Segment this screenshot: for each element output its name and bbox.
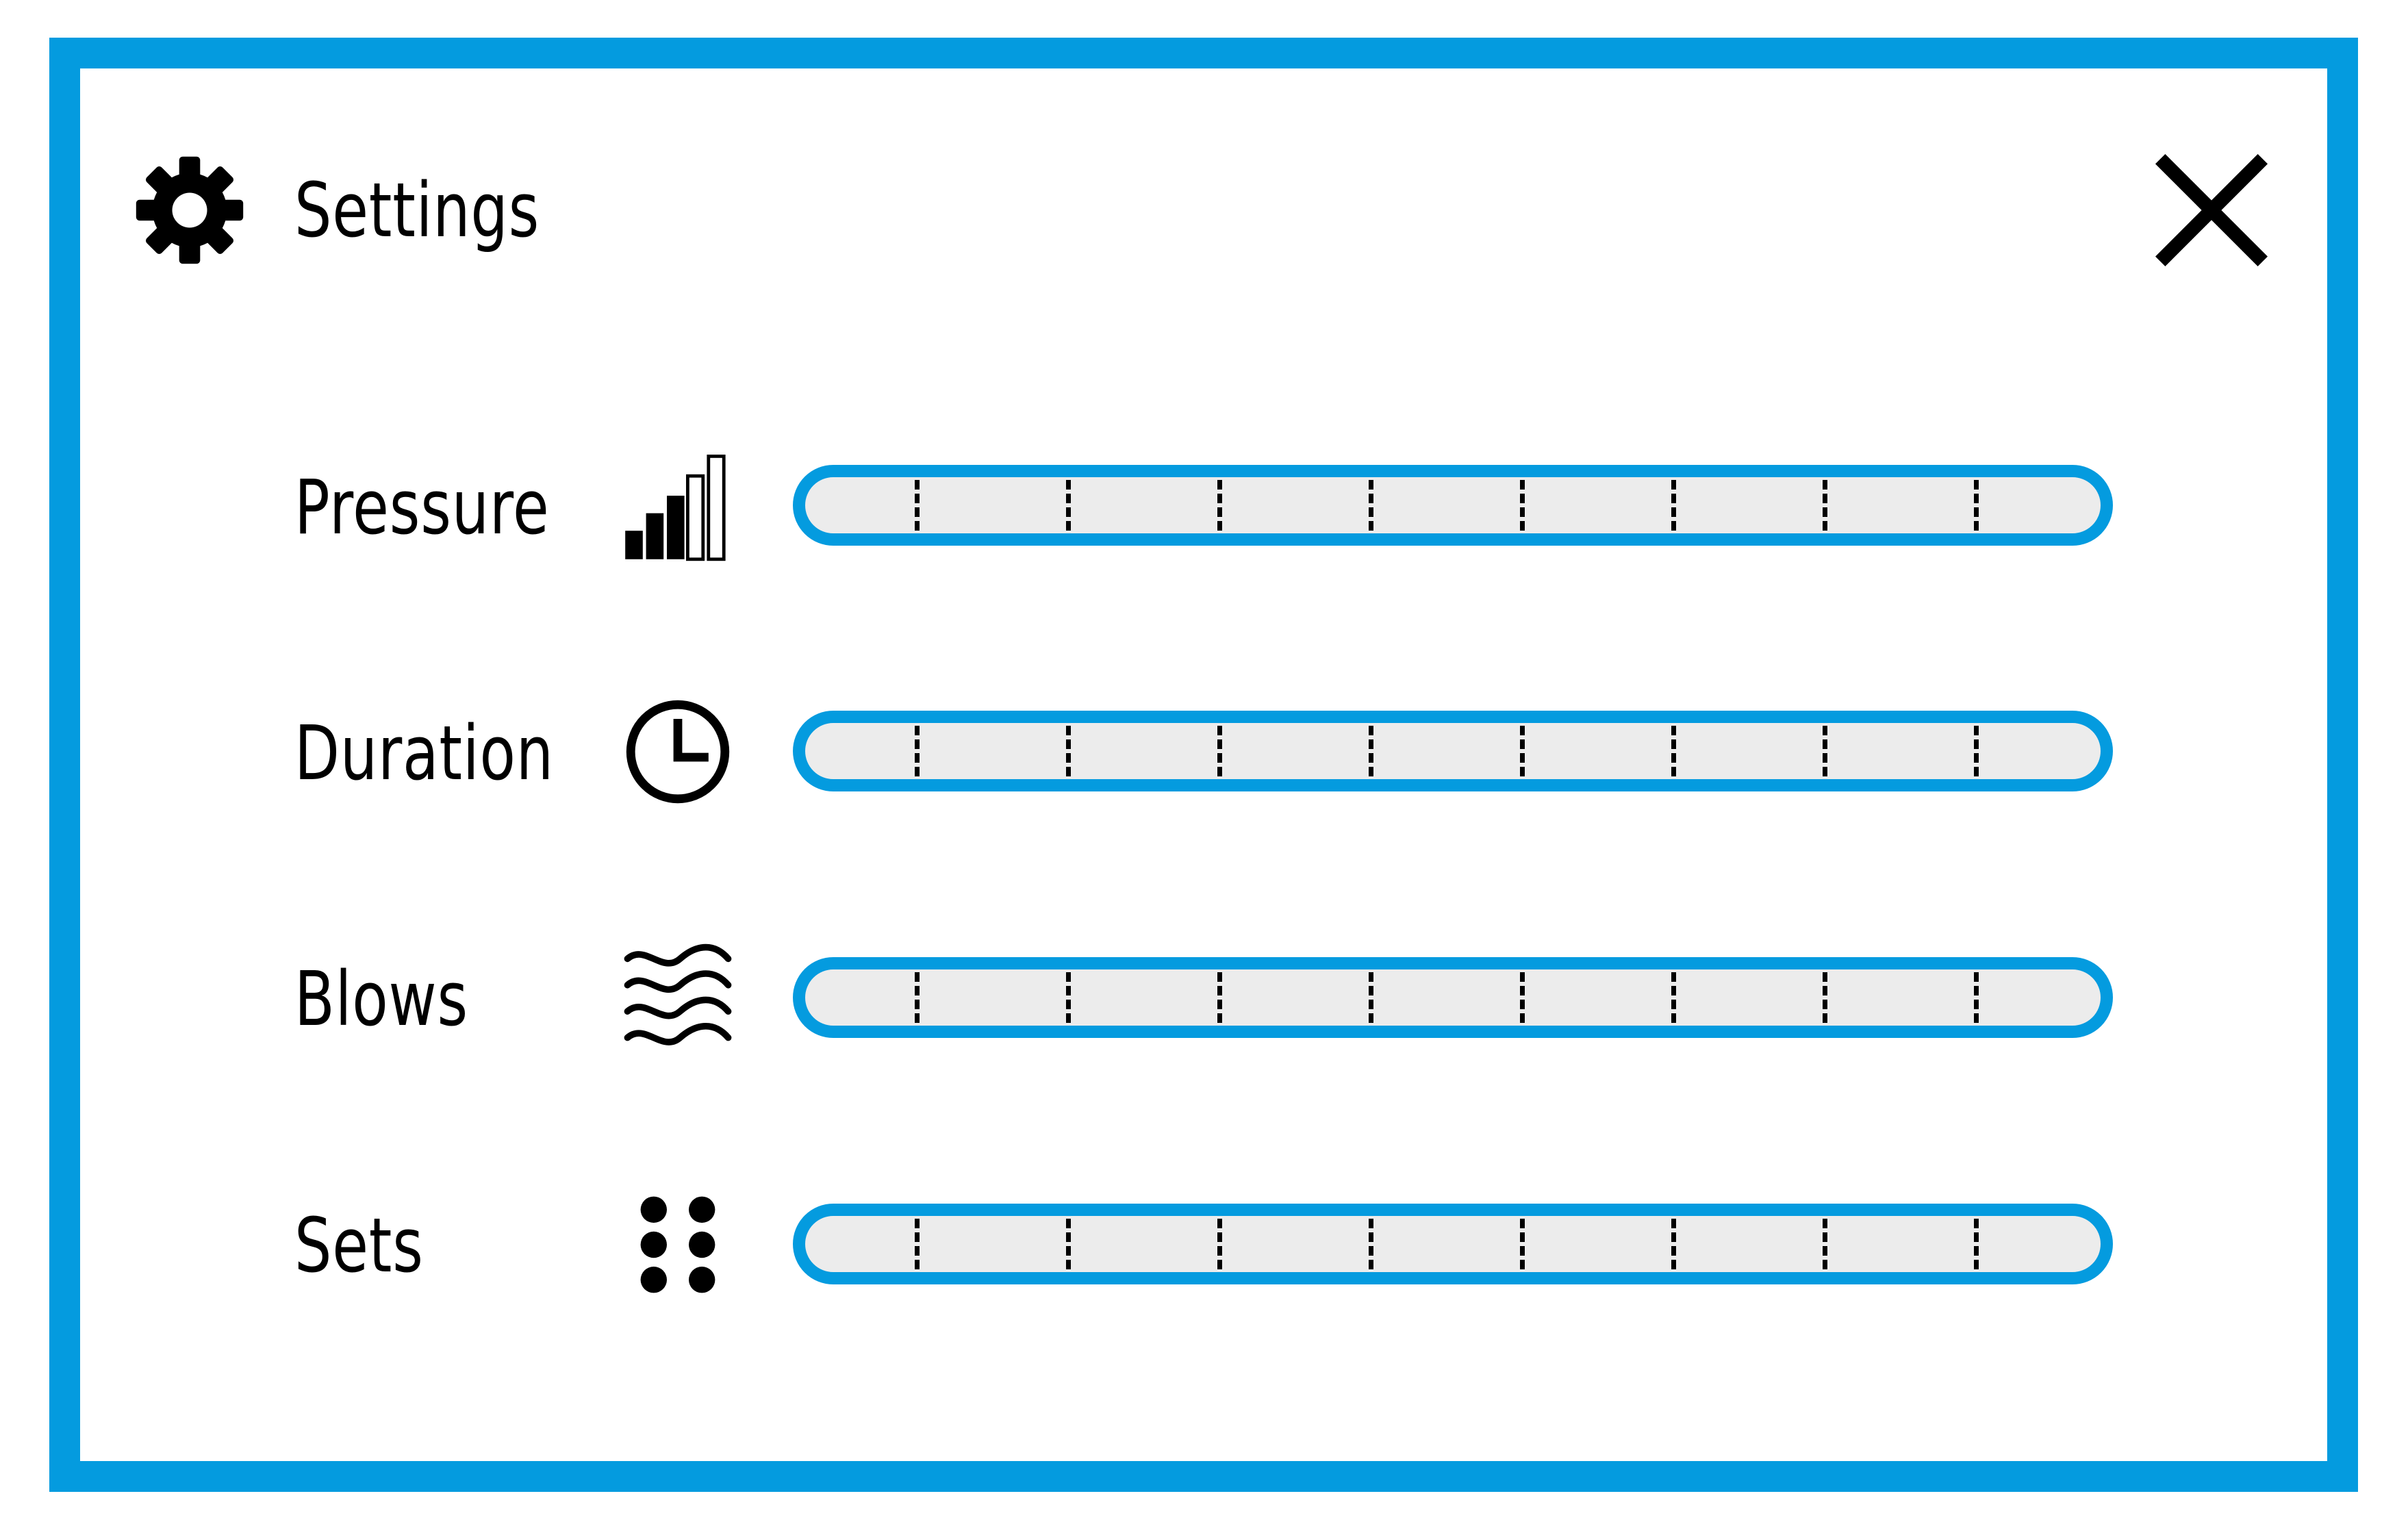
slider-tick xyxy=(1974,480,1979,531)
slider-tick xyxy=(1823,480,1827,531)
waves-icon xyxy=(624,943,732,1045)
slider-tick xyxy=(1823,726,1827,776)
slider-tick xyxy=(1217,972,1222,1023)
slider-tick xyxy=(1520,726,1525,776)
sets-slider[interactable] xyxy=(793,1204,2113,1284)
slider-tick xyxy=(1369,972,1373,1023)
dice-six-icon xyxy=(640,1196,715,1293)
slider-tick xyxy=(1369,1219,1373,1269)
blows-label: Blows xyxy=(294,955,468,1043)
slider-tick xyxy=(1369,726,1373,776)
slider-tick xyxy=(1520,1219,1525,1269)
slider-tick xyxy=(915,972,920,1023)
clock-icon xyxy=(626,700,730,804)
slider-tick xyxy=(1066,1219,1071,1269)
gear-icon xyxy=(136,156,244,264)
slider-tick xyxy=(1823,972,1827,1023)
slider-tick xyxy=(1217,1219,1222,1269)
slider-tick xyxy=(1520,480,1525,531)
pressure-label: Pressure xyxy=(294,464,550,551)
slider-tick xyxy=(1217,726,1222,776)
slider-tick xyxy=(1671,1219,1676,1269)
slider-tick xyxy=(1671,480,1676,531)
duration-slider[interactable] xyxy=(793,711,2113,791)
slider-tick xyxy=(915,726,920,776)
slider-tick xyxy=(1520,972,1525,1023)
slider-tick xyxy=(915,1219,920,1269)
slider-tick xyxy=(1671,972,1676,1023)
close-icon[interactable] xyxy=(2150,152,2273,268)
blows-slider[interactable] xyxy=(793,957,2113,1038)
slider-tick xyxy=(915,480,920,531)
slider-tick xyxy=(1671,726,1676,776)
slider-tick xyxy=(1066,972,1071,1023)
page-title: Settings xyxy=(294,166,540,254)
slider-tick xyxy=(1066,726,1071,776)
slider-tick xyxy=(1217,480,1222,531)
slider-tick xyxy=(1974,726,1979,776)
sets-label: Sets xyxy=(294,1202,424,1289)
slider-tick xyxy=(1974,1219,1979,1269)
pressure-slider[interactable] xyxy=(793,465,2113,546)
slider-tick xyxy=(1823,1219,1827,1269)
duration-label: Duration xyxy=(294,709,554,797)
signal-bars-icon xyxy=(625,455,726,561)
slider-tick xyxy=(1066,480,1071,531)
slider-tick xyxy=(1369,480,1373,531)
slider-tick xyxy=(1974,972,1979,1023)
